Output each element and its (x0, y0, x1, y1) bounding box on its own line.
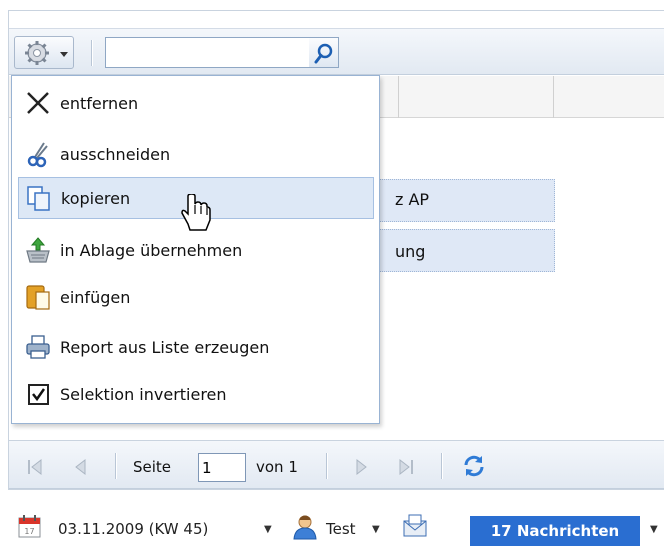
hand-pointer-cursor-icon (181, 194, 211, 231)
chevron-down-icon[interactable]: ▼ (264, 524, 272, 535)
search-input[interactable] (105, 37, 310, 68)
chevron-down-icon[interactable]: ▼ (650, 524, 658, 535)
close-x-icon (20, 85, 56, 121)
menu-item-ausschneiden[interactable]: ausschneiden (18, 133, 374, 175)
menu-item-label: in Ablage übernehmen (60, 240, 243, 260)
page-count-label: von 1 (256, 458, 298, 476)
toolbar-separator (326, 453, 328, 479)
menu-item-label: ausschneiden (60, 144, 171, 164)
user-icon[interactable] (292, 513, 318, 541)
menu-item-label: einfügen (60, 287, 131, 307)
first-page-icon[interactable] (26, 457, 44, 477)
svg-text:17: 17 (24, 527, 34, 536)
menu-item-report[interactable]: Report aus Liste erzeugen (18, 326, 374, 368)
last-page-icon[interactable] (397, 457, 417, 477)
menu-item-label: Selektion invertieren (60, 384, 227, 404)
row-cell-text: z AP (395, 190, 430, 209)
calendar-icon[interactable]: 17 (17, 514, 43, 540)
column-separator (398, 76, 399, 118)
table-row[interactable]: z AP (370, 179, 555, 222)
chevron-down-icon (60, 52, 68, 57)
previous-page-icon[interactable] (72, 457, 90, 477)
toolbar-separator (115, 453, 117, 479)
menu-item-label: entfernen (60, 93, 139, 113)
messages-count-badge[interactable]: 17 Nachrichten (470, 516, 640, 546)
toolbar-separator (441, 453, 443, 479)
menu-item-selektion-invertieren[interactable]: Selektion invertieren (18, 373, 374, 415)
gear-icon (25, 41, 68, 65)
menu-item-label: kopieren (61, 188, 131, 208)
page-label: Seite (133, 458, 172, 476)
scissors-icon (20, 136, 56, 172)
toolbar-separator (91, 40, 93, 66)
row-cell-text: ung (395, 242, 426, 261)
refresh-icon[interactable] (461, 453, 487, 479)
actions-menu-button[interactable] (14, 36, 74, 69)
page-number-input[interactable] (198, 453, 246, 482)
search-icon (314, 43, 333, 64)
search-button[interactable] (309, 37, 339, 68)
checkbox-checked-icon (20, 376, 56, 412)
pagination-toolbar (9, 441, 664, 489)
paste-icon (20, 279, 56, 315)
table-row[interactable]: ung (370, 229, 555, 272)
date-week-label[interactable]: 03.11.2009 (KW 45) (58, 520, 208, 538)
copy-pages-icon (21, 180, 57, 216)
column-separator (553, 76, 554, 118)
chevron-down-icon[interactable]: ▼ (372, 524, 380, 535)
user-name-label[interactable]: Test (326, 520, 356, 538)
printer-icon (20, 329, 56, 365)
mail-envelope-icon[interactable] (400, 512, 430, 540)
next-page-icon[interactable] (352, 457, 370, 477)
menu-item-einfuegen[interactable]: einfügen (18, 276, 374, 318)
menu-item-entfernen[interactable]: entfernen (18, 82, 374, 124)
clipboard-tray-icon (20, 232, 56, 268)
menu-item-label: Report aus Liste erzeugen (60, 337, 270, 357)
